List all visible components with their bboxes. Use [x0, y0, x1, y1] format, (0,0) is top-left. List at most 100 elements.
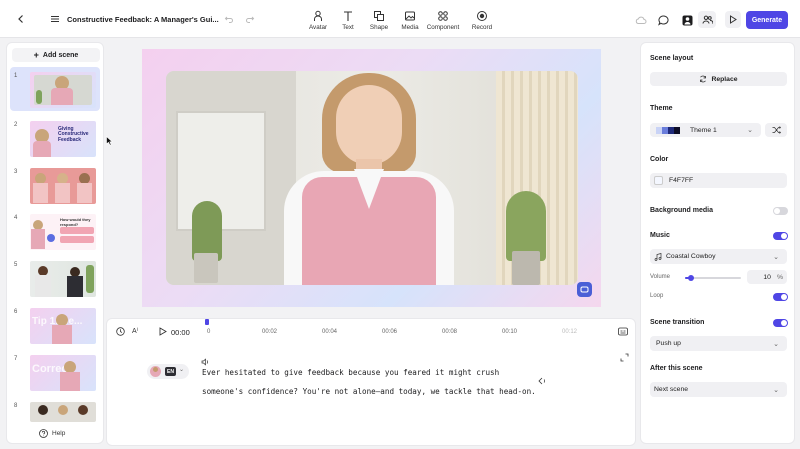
music-note-icon [654, 252, 662, 261]
timeline-tick: 00:06 [382, 329, 398, 335]
timeline-tick: 0 [207, 329, 211, 335]
tool-record-label: Record [471, 24, 493, 31]
voice-icon[interactable]: A⁾ [132, 327, 138, 335]
clock-icon[interactable] [116, 327, 125, 338]
back-arrow-icon[interactable] [14, 12, 28, 26]
tool-shape[interactable]: Shape [367, 10, 391, 31]
help-label: Help [52, 430, 66, 437]
menu-icon[interactable] [48, 12, 62, 26]
music-toggle[interactable] [773, 232, 788, 240]
media-icon [405, 11, 415, 21]
theme-select[interactable]: Theme 1 ⌄ [650, 123, 761, 137]
scene-transition-toggle[interactable] [773, 319, 788, 327]
account-icon[interactable] [680, 13, 694, 27]
shuffle-icon [772, 126, 781, 134]
color-heading: Color [650, 156, 669, 163]
undo-icon[interactable] [222, 12, 236, 26]
tool-avatar-label: Avatar [308, 24, 328, 31]
scene-thumbnail: Correct [30, 355, 96, 391]
timeline-tick: 00:02 [262, 329, 278, 335]
preview-play-button[interactable] [725, 11, 741, 28]
replace-label: Replace [711, 75, 738, 83]
scene-item-2[interactable]: 2 Giving Constructive Feedback [10, 116, 100, 160]
scene-thumbnail-title: Giving Constructive Feedback [58, 126, 89, 143]
background-media-toggle[interactable] [773, 207, 788, 215]
shuffle-theme-button[interactable] [765, 123, 787, 137]
scene-item-7[interactable]: 7 Correct [10, 350, 100, 394]
loop-label: Loop [650, 293, 664, 299]
playhead-handle[interactable] [205, 319, 209, 325]
volume-label: Volume [650, 274, 671, 280]
shape-icon [374, 11, 384, 21]
scene-thumbnail [30, 168, 96, 204]
volume-unit: % [776, 273, 783, 281]
script-line[interactable]: someone's confidence? You're not alone—a… [202, 387, 536, 396]
comment-icon[interactable] [656, 13, 670, 27]
scene-item-6[interactable]: 6 Tip 1: Be... [10, 303, 100, 347]
scenes-panel: + Add scene 1 2 Giving Constructive Feed… [6, 42, 104, 444]
chevron-down-icon: ⌄ [747, 127, 753, 134]
generate-button[interactable]: Generate [746, 11, 788, 29]
music-label: Music [650, 232, 670, 239]
scene-thumbnail [30, 261, 96, 297]
music-track-select[interactable]: Coastal Cowboy ⌄ [650, 249, 787, 264]
avatar [150, 366, 161, 377]
loop-toggle[interactable] [773, 293, 788, 301]
scene-item-5[interactable]: 5 [10, 256, 100, 300]
color-input[interactable]: F4F7FF [650, 173, 787, 188]
script-line[interactable]: Ever hesitated to give feedback because … [202, 368, 499, 377]
replace-icon [700, 75, 707, 83]
replace-layout-button[interactable]: Replace [650, 72, 787, 86]
volume-value: 10 [763, 273, 771, 281]
tool-text[interactable]: Text [338, 10, 358, 31]
timeline-tick: 00:12 [562, 329, 578, 335]
help-icon [39, 429, 48, 438]
transition-select[interactable]: Push up ⌄ [650, 336, 787, 351]
pause-marker-icon[interactable] [538, 377, 547, 387]
redo-icon[interactable] [243, 12, 257, 26]
share-collaborators-button[interactable] [698, 11, 716, 28]
theme-value: Theme 1 [690, 126, 717, 134]
timeline-tick: 00:10 [502, 329, 518, 335]
timeline-play-button[interactable] [158, 327, 167, 338]
volume-slider[interactable] [685, 275, 741, 281]
timeline-tick: 00:08 [442, 329, 458, 335]
avatar-video-frame[interactable] [166, 71, 578, 285]
tool-component-label: Component [426, 24, 460, 31]
tool-component[interactable]: Component [426, 10, 460, 31]
tool-avatar[interactable]: Avatar [306, 10, 330, 31]
top-bar: Constructive Feedback: A Manager's Gui..… [0, 0, 800, 38]
scene-thumbnail-title: How would they respond? [60, 217, 91, 227]
speaker-icon[interactable] [201, 358, 209, 368]
timeline-script-panel [106, 318, 636, 446]
scene-item-4[interactable]: 4 How would they respond? [10, 209, 100, 253]
scene-number: 3 [14, 169, 18, 175]
theme-swatches [656, 126, 680, 134]
after-scene-value: Next scene [654, 386, 689, 393]
expand-icon[interactable] [620, 353, 629, 364]
scene-transition-label: Scene transition [650, 319, 705, 326]
plus-icon: + [33, 50, 39, 60]
scene-thumbnail [30, 72, 96, 108]
tool-media[interactable]: Media [398, 10, 422, 31]
volume-slider-handle[interactable] [687, 275, 694, 281]
tool-record[interactable]: Record [470, 10, 494, 31]
volume-input[interactable]: 10 % [747, 270, 787, 284]
help-button[interactable]: Help [39, 429, 65, 438]
scene-item-1[interactable]: 1 [10, 67, 100, 111]
scene-number: 5 [14, 262, 18, 268]
background-media-label: Background media [650, 207, 714, 214]
scene-thumbnail: Tip 1: Be... [30, 308, 96, 344]
scene-item-8[interactable]: 8 [10, 397, 100, 423]
captions-icon[interactable] [618, 327, 628, 338]
chevron-down-icon: ⌄ [773, 253, 779, 261]
music-track: Coastal Cowboy [666, 253, 716, 260]
document-title[interactable]: Constructive Feedback: A Manager's Gui..… [67, 15, 219, 24]
add-scene-button[interactable]: + Add scene [12, 48, 100, 62]
after-scene-select[interactable]: Next scene ⌄ [650, 382, 787, 397]
tool-shape-label: Shape [369, 24, 389, 31]
scene-number: 2 [14, 122, 18, 128]
text-icon [344, 11, 352, 21]
scene-item-3[interactable]: 3 [10, 163, 100, 207]
color-value: F4F7FF [669, 177, 694, 184]
